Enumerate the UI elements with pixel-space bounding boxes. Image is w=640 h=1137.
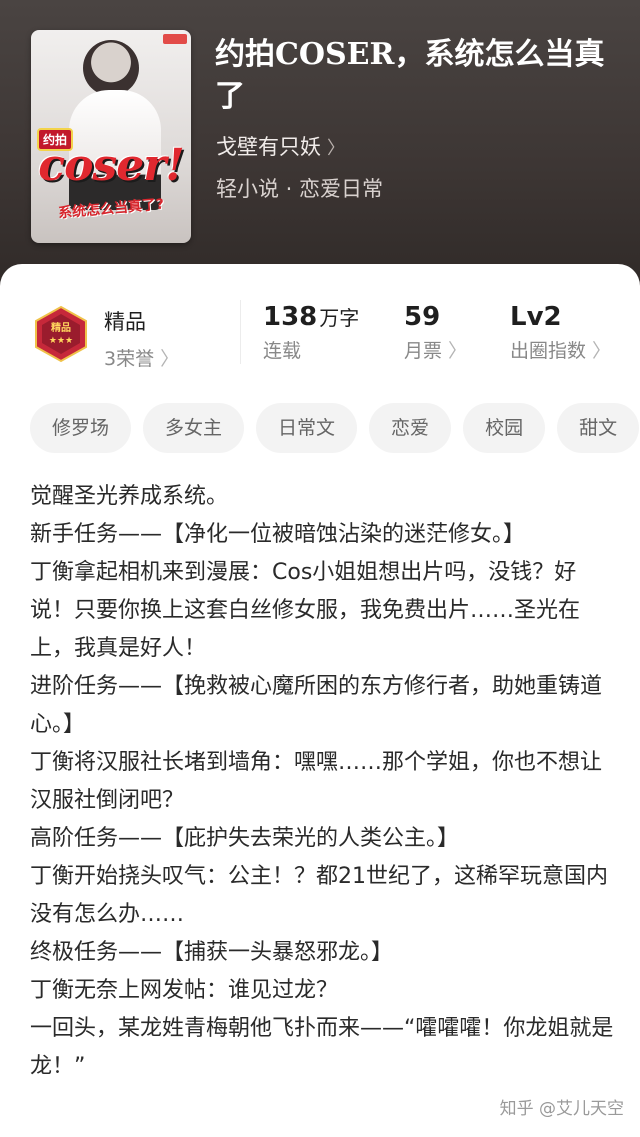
cover-corner-mark [163,34,187,44]
monthly-ticket-value: 59 [404,302,441,332]
chevron-right-icon: 〉 [160,348,180,370]
monthly-ticket-label: 月票 [404,340,443,362]
book-title: 约拍COSER，系统怎么当真了 [215,37,605,114]
quality-label: 精品 [104,310,146,334]
svg-text:精品: 精品 [51,321,71,334]
description-line: 觉醒圣光养成系统。 [30,484,229,509]
cover-character-head [83,40,139,96]
word-count-stat: 138 万字 连载 [263,302,359,363]
description-line: 丁衡无奈上网发帖：谁见过龙？ [30,978,339,1003]
tag-list: 修罗场 多女主 日常文 恋爱 校园 甜文 [30,403,640,455]
tag-chip[interactable]: 甜文 [557,403,640,453]
tag-chip[interactable]: 多女主 [143,403,245,453]
description-line: 新手任务——【净化一位被暗蚀沾染的迷茫修女。】 [30,522,526,547]
author-name: 戈壁有只妖 [216,135,321,159]
svg-text:★★★: ★★★ [49,336,73,346]
popularity-label: 出圈指数 [510,340,587,362]
quality-medal-icon: 精品 ★★★ [35,305,87,363]
honor-count: 3荣誉〉 [104,348,180,370]
word-count-unit: 万字 [319,306,360,330]
tag-chip[interactable]: 恋爱 [369,403,452,453]
description-line: 终极任务——【捕获一头暴怒邪龙。】 [30,940,394,965]
description-line: 一回头，某龙姓青梅朝他飞扑而来——“嚯嚯嚯！你龙姐就是龙！” [30,1016,614,1079]
description-line: 丁衡将汉服社长堵到墙角：嘿嘿……那个学姐，你也不想让汉服社倒闭吧？ [30,750,603,813]
description-line: 进阶任务——【挽救被心魔所困的东方修行者，助她重铸道心。】 [30,674,603,737]
description-line: 丁衡拿起相机来到漫展：Cos小姐姐想出片吗，没钱？好说！只要你换上这套白丝修女服… [30,560,581,661]
stats-divider [240,300,241,364]
chevron-right-icon: 〉 [448,340,468,362]
watermark: 知乎 @艾儿天空 [499,1099,624,1119]
cover-title-art: coser! [38,140,184,191]
author-link[interactable]: 戈壁有只妖〉 [216,131,345,161]
description-line: 丁衡开始挠头叹气：公主！？都21世纪了，这稀罕玩意国内没有怎么办…… [30,864,608,927]
popularity-level: Lv2 [510,302,562,332]
quality-stat[interactable]: 精品 3荣誉〉 [104,306,179,371]
chevron-right-icon: 〉 [592,340,612,362]
serial-status: 连载 [263,340,302,362]
popularity-stat[interactable]: Lv2 出圈指数〉 [510,302,611,363]
book-description: 觉醒圣光养成系统。 新手任务——【净化一位被暗蚀沾染的迷茫修女。】 丁衡拿起相机… [30,478,618,1086]
book-genre: 轻小说 · 恋爱日常 [216,177,384,201]
book-header: 约拍 coser! 系统怎么当真了? 约拍COSER，系统怎么当真了 戈壁有只妖… [0,0,640,300]
tag-chip[interactable]: 修罗场 [30,403,132,453]
tag-chip[interactable]: 日常文 [256,403,358,453]
chevron-right-icon: 〉 [327,138,345,159]
tag-chip[interactable]: 校园 [463,403,546,453]
word-count-value: 138 [263,302,318,332]
book-cover-image[interactable]: 约拍 coser! 系统怎么当真了? [31,30,191,243]
description-line: 高阶任务——【庇护失去荣光的人类公主。】 [30,826,460,851]
monthly-ticket-stat[interactable]: 59 月票〉 [404,302,467,363]
